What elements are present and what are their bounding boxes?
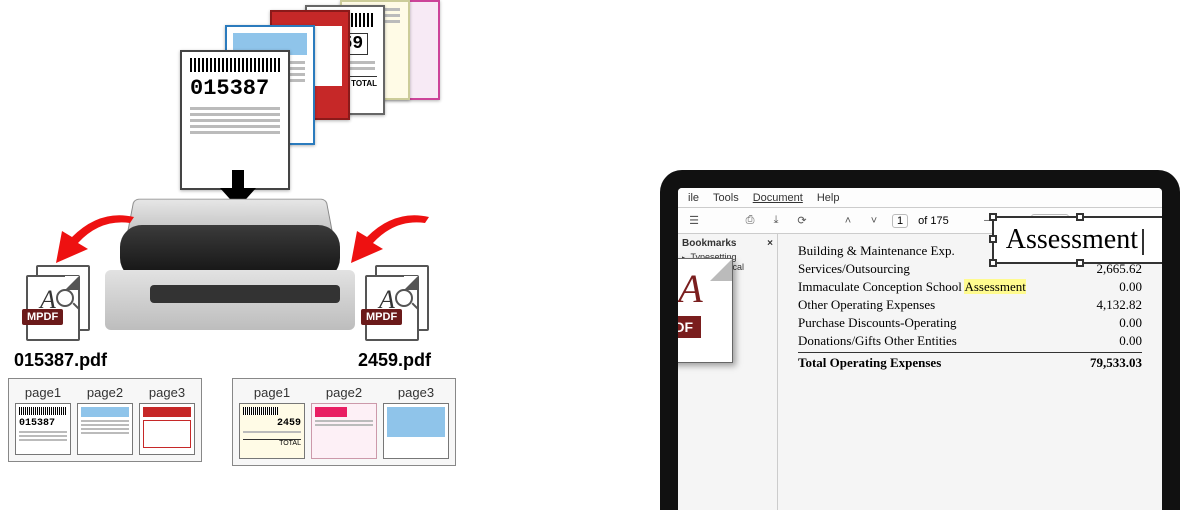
- mpdf-badge: MPDF: [22, 309, 63, 325]
- page-label: page2: [311, 385, 377, 400]
- magnifier-icon: [395, 289, 413, 307]
- save-icon[interactable]: ⤓: [768, 213, 784, 229]
- page-group-2: page1 2459TOTAL page2 page3: [232, 378, 456, 466]
- resize-handle[interactable]: [1165, 213, 1173, 221]
- page-down-icon[interactable]: ˅: [866, 213, 882, 229]
- sidebar-toggle-icon[interactable]: ☰: [686, 213, 702, 229]
- document-scanner: [120, 195, 340, 335]
- search-text: Assessment: [1006, 224, 1138, 255]
- search-highlight: Assessment: [964, 279, 1025, 294]
- menu-document[interactable]: Document: [753, 192, 803, 204]
- search-text-box[interactable]: Assessment: [992, 216, 1170, 264]
- resize-handle[interactable]: [1165, 235, 1173, 243]
- output-pdf-icon-2: A MPDF: [365, 265, 435, 345]
- resize-handle[interactable]: [1076, 213, 1084, 221]
- output-pdf-icon-1: A MPDF: [26, 265, 96, 345]
- resize-handle[interactable]: [1165, 259, 1173, 267]
- page-thumb: page2: [77, 385, 133, 455]
- page-group-1: page1 015387 page2 page3: [8, 378, 202, 462]
- output-filename-2: 2459.pdf: [358, 350, 431, 371]
- page-number-input[interactable]: 1: [892, 214, 908, 228]
- resize-handle[interactable]: [1076, 259, 1084, 267]
- page-up-icon[interactable]: ˄: [840, 213, 856, 229]
- pdf-badge: PDF: [660, 316, 701, 338]
- scanner-diagram: 2459 TOTAL 015387 A MPDF 015387.pdf: [0, 0, 520, 505]
- page-label: page3: [383, 385, 449, 400]
- floating-pdf-icon: A PDF: [660, 258, 758, 363]
- input-documents-stack: 2459 TOTAL 015387: [170, 0, 470, 200]
- text-cursor-icon: [1142, 229, 1144, 255]
- bookmarks-title: Bookmarks: [682, 238, 736, 249]
- close-icon[interactable]: ×: [767, 238, 773, 249]
- page-total: of 175: [918, 215, 949, 227]
- page-label: page1: [15, 385, 71, 400]
- rotate-icon[interactable]: ⟳: [794, 213, 810, 229]
- page-label: page2: [77, 385, 133, 400]
- page-thumb: page1 015387: [15, 385, 71, 455]
- output-filename-1: 015387.pdf: [14, 350, 107, 371]
- page-thumb: page1 2459TOTAL: [239, 385, 305, 459]
- magnifier-icon: [56, 289, 74, 307]
- print-icon[interactable]: ⎙: [742, 213, 758, 229]
- resize-handle[interactable]: [989, 259, 997, 267]
- resize-handle[interactable]: [989, 213, 997, 221]
- page-thumb: page2: [311, 385, 377, 459]
- pdf-document-view: Building & Maintenance Exp. Services/Out…: [778, 234, 1162, 510]
- pdf-viewer-menubar: ile Tools Document Help: [678, 188, 1162, 208]
- page-label: page1: [239, 385, 305, 400]
- input-doc-barcode-015387: 015387: [180, 50, 290, 190]
- menu-help[interactable]: Help: [817, 192, 840, 204]
- laptop-frame: ile Tools Document Help ☰ ⎙ ⤓ ⟳ ˄ ˅ 1 of…: [660, 170, 1180, 510]
- page-thumb: page3: [139, 385, 195, 455]
- resize-handle[interactable]: [989, 235, 997, 243]
- barcode-number: 015387: [190, 76, 269, 101]
- menu-tools[interactable]: Tools: [713, 192, 739, 204]
- page-thumb: page3: [383, 385, 449, 459]
- page-label: page3: [139, 385, 195, 400]
- menu-file[interactable]: ile: [688, 192, 699, 204]
- mpdf-badge: MPDF: [361, 309, 402, 325]
